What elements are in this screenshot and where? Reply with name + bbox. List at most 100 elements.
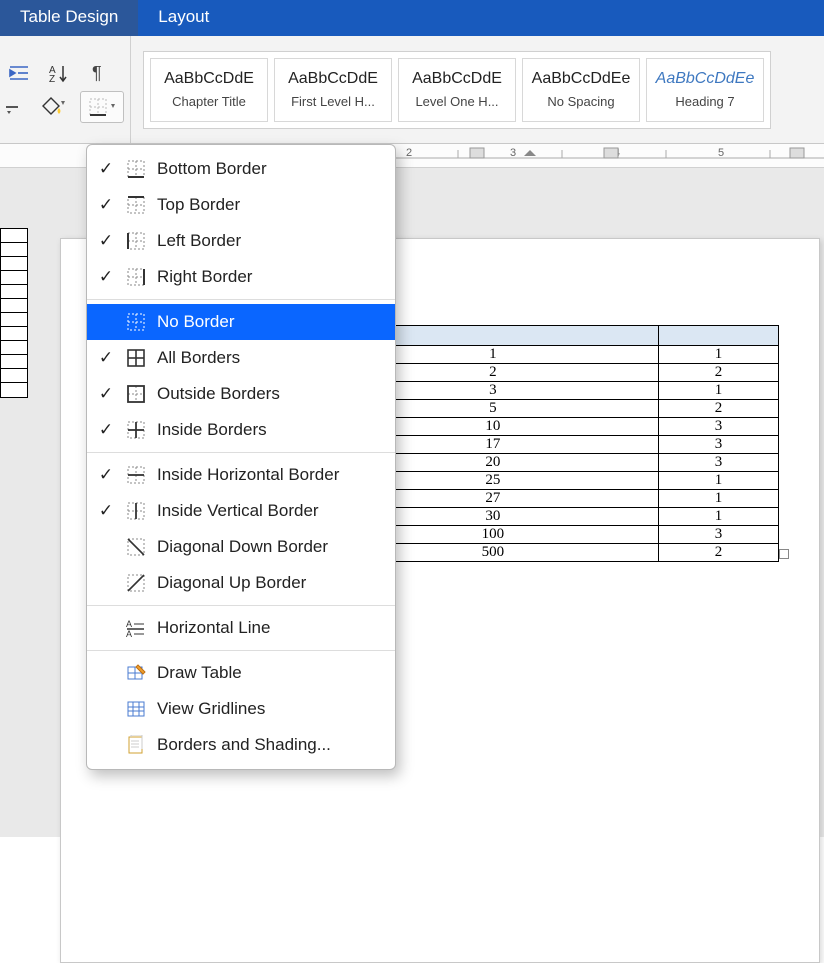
table-cell[interactable]: 3 [659, 418, 779, 436]
menu-item-label: Top Border [157, 195, 240, 215]
menu-item-border-ih[interactable]: ✓ Inside Horizontal Border [87, 457, 395, 493]
menu-item-hline[interactable]: AA Horizontal Line [87, 610, 395, 646]
menu-item-border-all[interactable]: ✓All Borders [87, 340, 395, 376]
checkmark-icon: ✓ [97, 501, 115, 521]
style-first-level-heading[interactable]: AaBbCcDdE First Level H... [274, 58, 392, 122]
checkmark-icon: ✓ [97, 159, 115, 179]
menu-item-label: Inside Vertical Border [157, 501, 319, 521]
menu-item-gridlines[interactable]: View Gridlines [87, 691, 395, 727]
menu-item-diag-down[interactable]: Diagonal Down Border [87, 529, 395, 565]
diag-down-icon [125, 537, 147, 557]
menu-item-border-left[interactable]: ✓ Left Border [87, 223, 395, 259]
menu-item-border-none[interactable]: No Border [87, 304, 395, 340]
border-right-icon [125, 267, 147, 287]
style-label: Heading 7 [649, 94, 761, 109]
border-bottom-icon [125, 159, 147, 179]
pilcrow-icon: ¶ [90, 63, 108, 83]
border-all-icon [125, 348, 147, 368]
style-label: First Level H... [277, 94, 389, 109]
checkmark-icon: ✓ [97, 420, 115, 440]
menu-separator [87, 299, 395, 300]
menu-item-label: View Gridlines [157, 699, 265, 719]
menu-item-border-iv[interactable]: ✓ Inside Vertical Border [87, 493, 395, 529]
line-style-icon [4, 99, 22, 115]
table-cell[interactable]: 1 [659, 382, 779, 400]
border-iv-icon [125, 501, 147, 521]
menu-separator [87, 650, 395, 651]
menu-item-label: Left Border [157, 231, 241, 251]
checkmark-icon: ✓ [97, 465, 115, 485]
style-preview: AaBbCcDdE [277, 70, 389, 88]
svg-text:A: A [126, 629, 132, 638]
style-no-spacing[interactable]: AaBbCcDdEe No Spacing [522, 58, 640, 122]
table-cell[interactable]: 1 [659, 490, 779, 508]
border-ih-icon [125, 465, 147, 485]
draw-table-icon [125, 663, 147, 683]
tab-layout[interactable]: Layout [138, 0, 229, 36]
style-chapter-title[interactable]: AaBbCcDdE Chapter Title [150, 58, 268, 122]
menu-item-draw-table[interactable]: Draw Table [87, 655, 395, 691]
menu-item-borders-dlg[interactable]: Borders and Shading... [87, 727, 395, 763]
menu-item-border-top[interactable]: ✓ Top Border [87, 187, 395, 223]
checkmark-icon: ✓ [97, 231, 115, 251]
shading-dropdown[interactable] [30, 91, 74, 123]
menu-separator [87, 605, 395, 606]
menu-item-label: Inside Borders [157, 420, 267, 440]
style-label: No Spacing [525, 94, 637, 109]
border-left-icon [125, 231, 147, 251]
menu-item-label: Inside Horizontal Border [157, 465, 339, 485]
checkmark-icon: ✓ [97, 267, 115, 287]
sort-button[interactable]: AZ [42, 57, 76, 89]
style-preview: AaBbCcDdEe [525, 70, 637, 88]
menu-item-border-inside[interactable]: ✓ Inside Borders [87, 412, 395, 448]
table-cell[interactable]: 2 [659, 400, 779, 418]
table-resize-handle[interactable] [779, 549, 789, 559]
menu-item-label: No Border [157, 312, 234, 332]
menu-item-label: All Borders [157, 348, 240, 368]
menu-item-border-outside[interactable]: ✓Outside Borders [87, 376, 395, 412]
svg-text:A: A [126, 619, 132, 629]
style-preview: AaBbCcDdEe [649, 70, 761, 88]
menu-separator [87, 452, 395, 453]
borders-menu: ✓Bottom Border✓Top Border✓Left Border✓Ri… [86, 144, 396, 770]
style-label: Chapter Title [153, 94, 265, 109]
border-inside-icon [125, 420, 147, 440]
indent-increase-button[interactable] [2, 57, 36, 89]
style-label: Level One H... [401, 94, 513, 109]
style-level-one-heading[interactable]: AaBbCcDdE Level One H... [398, 58, 516, 122]
table-cell[interactable]: 1 [659, 346, 779, 364]
tab-table-design[interactable]: Table Design [0, 0, 138, 36]
table-cell[interactable]: 3 [659, 436, 779, 454]
svg-text:¶: ¶ [92, 63, 102, 83]
table-cell[interactable]: 3 [659, 526, 779, 544]
borders-dlg-icon [125, 735, 147, 755]
table-cell[interactable]: 2 [659, 364, 779, 382]
style-heading-7[interactable]: AaBbCcDdEe Heading 7 [646, 58, 764, 122]
table-cell[interactable]: 1 [659, 472, 779, 490]
table-cell[interactable]: 2 [659, 544, 779, 562]
styles-gallery: AaBbCcDdE Chapter Title AaBbCcDdE First … [143, 51, 771, 129]
border-top-icon [125, 195, 147, 215]
partial-table-left [0, 228, 28, 398]
indent-icon [8, 64, 30, 82]
pilcrow-button[interactable]: ¶ [82, 57, 116, 89]
borders-dropdown[interactable] [80, 91, 124, 123]
table-cell[interactable]: 1 [659, 508, 779, 526]
diag-up-icon [125, 573, 147, 593]
menu-item-border-right[interactable]: ✓ Right Border [87, 259, 395, 295]
line-style-dropdown[interactable] [2, 91, 24, 123]
table-cell[interactable]: 3 [659, 454, 779, 472]
menu-item-label: Horizontal Line [157, 618, 270, 638]
borders-icon [87, 96, 117, 118]
border-outside-icon [125, 384, 147, 404]
menu-item-diag-up[interactable]: Diagonal Up Border [87, 565, 395, 601]
menu-item-border-bottom[interactable]: ✓Bottom Border [87, 151, 395, 187]
menu-item-label: Draw Table [157, 663, 242, 683]
menu-item-label: Borders and Shading... [157, 735, 331, 755]
style-preview: AaBbCcDdE [401, 70, 513, 88]
gridlines-icon [125, 699, 147, 719]
paint-bucket-icon [37, 96, 67, 118]
menu-item-label: Right Border [157, 267, 252, 287]
ribbon-paragraph-group: AZ ¶ [2, 36, 131, 143]
checkmark-icon: ✓ [97, 195, 115, 215]
